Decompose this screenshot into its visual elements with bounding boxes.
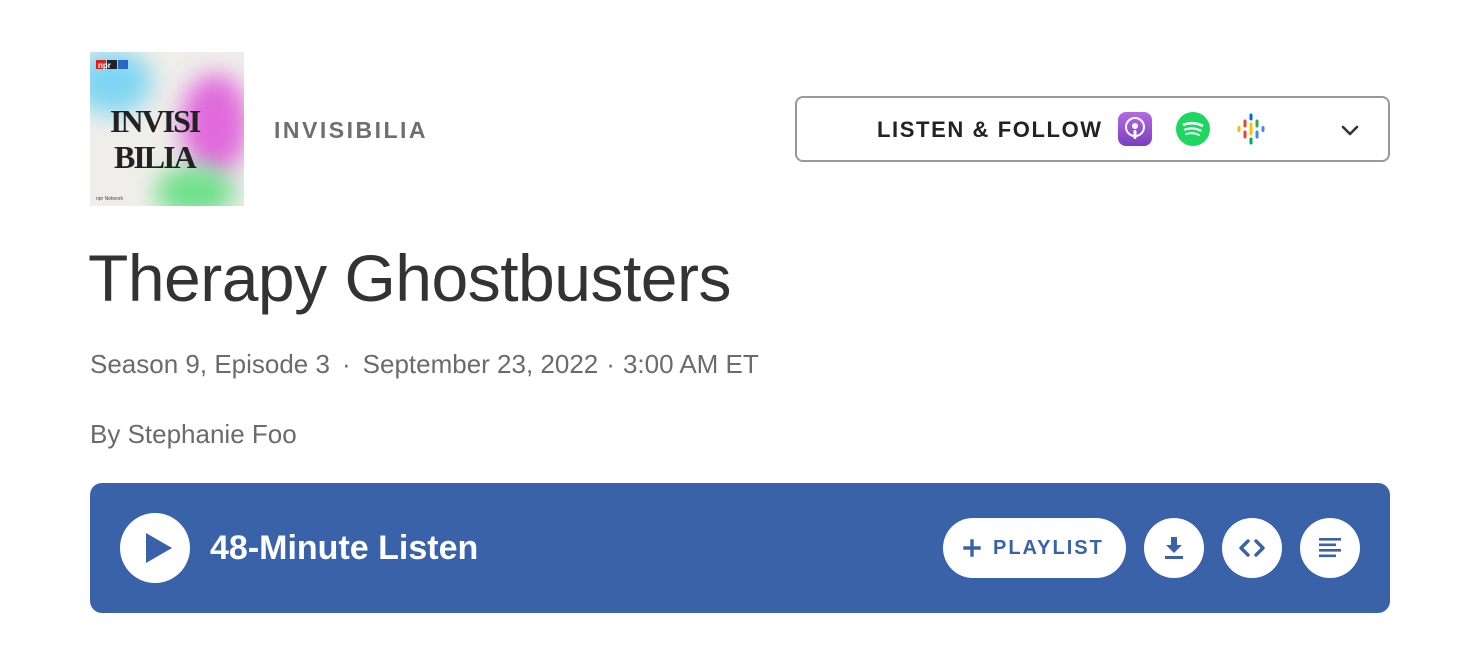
season-episode: Season 9, Episode 3 — [90, 349, 330, 379]
play-icon — [146, 533, 172, 563]
download-button[interactable] — [1144, 518, 1204, 578]
chevron-down-icon — [1338, 118, 1362, 142]
google-podcasts-icon[interactable] — [1234, 112, 1268, 146]
plus-icon — [963, 539, 981, 557]
playlist-label: PLAYLIST — [993, 537, 1104, 559]
art-title-line2: BILIA — [114, 139, 197, 175]
npr-logo-badge: npr — [96, 60, 128, 70]
add-to-playlist-button[interactable]: PLAYLIST — [943, 518, 1126, 578]
episode-meta: Season 9, Episode 3 · September 23, 2022 · 3… — [90, 349, 759, 380]
svg-text:npr: npr — [98, 61, 111, 70]
byline[interactable]: By Stephanie Foo — [90, 419, 297, 450]
embed-button[interactable] — [1222, 518, 1282, 578]
episode-date: September 23, 2022 — [362, 349, 599, 379]
podcast-name-link[interactable]: INVISIBILIA — [274, 117, 428, 144]
duration-label: 48-Minute Listen — [210, 529, 479, 567]
art-footer: npr Network — [96, 196, 123, 202]
spotify-icon[interactable] — [1176, 112, 1210, 146]
embed-code-icon — [1239, 539, 1265, 557]
episode-title: Therapy Ghostbusters — [88, 241, 731, 315]
listen-follow-dropdown[interactable]: LISTEN & FOLLOW — [795, 96, 1390, 162]
podcast-artwork[interactable]: npr INVISI BILIA npr Network — [90, 52, 244, 206]
transcript-button[interactable] — [1300, 518, 1360, 578]
listen-follow-label: LISTEN & FOLLOW — [877, 117, 1103, 142]
transcript-lines-icon — [1319, 538, 1341, 558]
meta-separator: · — [341, 349, 351, 379]
episode-time: 3:00 AM ET — [622, 349, 759, 379]
meta-separator: · — [606, 349, 615, 379]
play-button[interactable] — [120, 513, 190, 583]
download-icon — [1165, 537, 1183, 559]
art-title-line1: INVISI — [110, 103, 201, 139]
apple-podcasts-icon[interactable] — [1118, 112, 1152, 146]
audio-player: 48-Minute Listen PLAYLIST — [90, 483, 1390, 613]
